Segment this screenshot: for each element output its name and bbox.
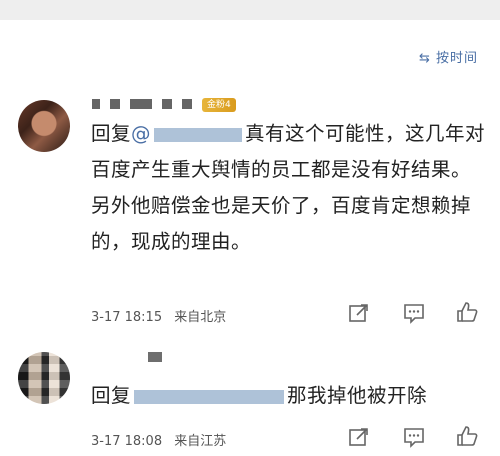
- username-redacted[interactable]: [92, 99, 192, 109]
- comment-meta: 3-17 18:15 来自北京: [91, 306, 226, 325]
- comment-location: 来自江苏: [174, 434, 227, 449]
- comment-icon: [404, 428, 424, 448]
- comment-button[interactable]: [403, 302, 425, 324]
- mention-link[interactable]: [131, 384, 287, 407]
- sort-icon: ⇆: [418, 51, 431, 66]
- share-icon: [349, 428, 368, 446]
- mention-link[interactable]: @: [131, 122, 245, 145]
- comment-text: 回复@ 真有这个可能性，这几年对百度产生重大舆情的员工都是没有好结果。另外他赔偿金…: [91, 122, 486, 253]
- comment-location: 来自北京: [174, 310, 227, 325]
- fan-badge: 金粉4: [202, 98, 236, 112]
- sort-label: 按时间: [435, 51, 478, 66]
- comment-time: 3-17 18:08: [91, 434, 163, 449]
- avatar[interactable]: [18, 352, 70, 404]
- share-icon: [349, 304, 368, 322]
- thumbs-up-icon: [457, 426, 478, 446]
- avatar[interactable]: [18, 100, 70, 152]
- sort-by-time-button[interactable]: ⇆ 按时间: [419, 47, 478, 66]
- comment-button[interactable]: [403, 426, 425, 448]
- comment-text: 回复 那我掉他被开除: [91, 384, 428, 407]
- share-button[interactable]: [348, 302, 370, 324]
- like-button[interactable]: [456, 301, 478, 323]
- comment-time: 3-17 18:15: [91, 310, 163, 325]
- comment-meta: 3-17 18:08 来自江苏: [91, 430, 226, 449]
- share-button[interactable]: [348, 426, 370, 448]
- comment-icon: [404, 304, 424, 324]
- username-redacted[interactable]: [148, 352, 162, 362]
- like-button[interactable]: [456, 425, 478, 447]
- top-bar: [0, 0, 500, 20]
- thumbs-up-icon: [457, 302, 478, 322]
